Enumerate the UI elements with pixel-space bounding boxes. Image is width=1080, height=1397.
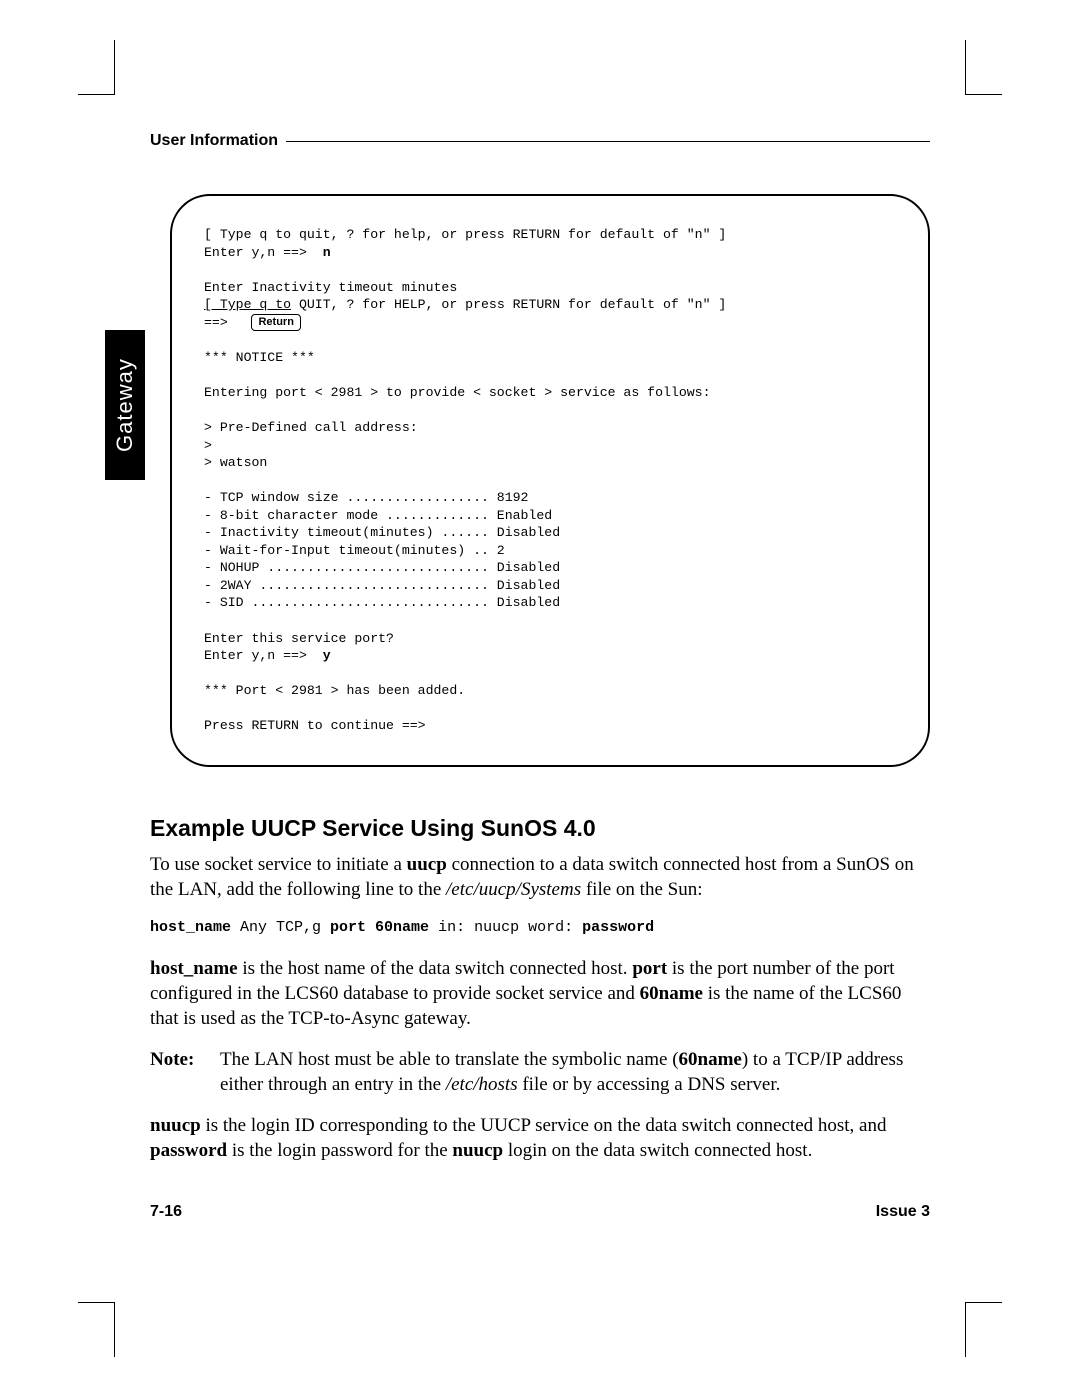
text-bold: nuucp [452,1140,503,1161]
header-rule [286,141,930,142]
term-line: - SID .............................. Dis… [204,595,560,610]
term-line: [ Type q to QUIT, ? for HELP, or press R… [204,297,726,312]
term-line: Press RETURN to continue ==> [204,718,426,733]
page-footer: 7-16 Issue 3 [150,1203,930,1221]
text-bold: nuucp [150,1115,201,1136]
text-run: To use socket service to initiate a [150,854,407,875]
text-bold: 60name [640,983,703,1004]
term-line: *** NOTICE *** [204,350,315,365]
text-run: is the host name of the data switch conn… [238,958,633,979]
term-line: Enter y,n ==> [204,648,323,663]
code-run: Any TCP,g [231,919,330,936]
term-line: Enter this service port? [204,631,394,646]
text-italic: /etc/uucp/Systems [446,879,581,900]
note-block: Note: The LAN host must be able to trans… [150,1047,930,1097]
term-line: Entering port < 2981 > to provide < sock… [204,385,710,400]
paragraph: host_name is the host name of the data s… [150,956,930,1031]
term-line: > watson [204,455,267,470]
code-run: in: nuucp word: [429,919,582,936]
term-input: n [323,245,331,260]
code-bold: host_name [150,919,231,936]
crop-mark-top-right [965,40,1002,95]
paragraph: To use socket service to initiate a uucp… [150,852,930,902]
page-number: 7-16 [150,1203,182,1221]
term-line: - TCP window size .................. 819… [204,490,528,505]
crop-mark-top-left [78,40,115,95]
return-key-icon: Return [251,314,300,331]
page-content: User Information [ Type q to quit, ? for… [150,132,930,1221]
code-bold: password [582,919,654,936]
term-input: y [323,648,331,663]
term-line: Enter y,n ==> [204,245,323,260]
term-line: *** Port < 2981 > has been added. [204,683,465,698]
text-run: login on the data switch connected host. [503,1140,812,1161]
issue-label: Issue 3 [876,1203,930,1221]
term-line: > Pre-Defined call address: [204,420,418,435]
code-bold: port 60name [330,919,429,936]
body-text: To use socket service to initiate a uucp… [150,852,930,1164]
crop-mark-bottom-left [78,1302,115,1357]
term-line: - 2WAY ............................. Dis… [204,578,560,593]
text-bold: uucp [407,854,447,875]
text-bold: password [150,1140,227,1161]
running-header-text: User Information [150,132,278,150]
term-line: [ Type q to quit, ? for help, or press R… [204,227,726,242]
text-run: is the login ID corresponding to the UUC… [201,1115,887,1136]
text-italic: /etc/hosts [446,1074,518,1095]
terminal-panel: [ Type q to quit, ? for help, or press R… [170,194,930,767]
text-bold: 60name [679,1049,742,1070]
text-bold: port [632,958,667,979]
text-run: The LAN host must be able to translate t… [220,1049,679,1070]
term-line: - Inactivity timeout(minutes) ...... Dis… [204,525,560,540]
code-line: host_name Any TCP,g port 60name in: nuuc… [150,918,930,938]
term-line: - NOHUP ............................ Dis… [204,560,560,575]
note-text: The LAN host must be able to translate t… [220,1047,930,1097]
term-line: Enter Inactivity timeout minutes [204,280,457,295]
term-line: - Wait-for-Input timeout(minutes) .. 2 [204,543,505,558]
section-heading: Example UUCP Service Using SunOS 4.0 [150,815,930,842]
text-run: file or by accessing a DNS server. [518,1074,781,1095]
text-run: file on the Sun: [581,879,702,900]
note-label: Note: [150,1047,220,1097]
term-line: > [204,438,212,453]
text-run: is the login password for the [227,1140,452,1161]
text-bold: host_name [150,958,238,979]
running-header: User Information [150,132,930,150]
term-line: ==> [204,315,251,330]
term-line: - 8-bit character mode ............. Ena… [204,508,552,523]
paragraph: nuucp is the login ID corresponding to t… [150,1113,930,1163]
chapter-tab: Gateway [105,330,145,480]
crop-mark-bottom-right [965,1302,1002,1357]
terminal-output: [ Type q to quit, ? for help, or press R… [204,226,904,735]
